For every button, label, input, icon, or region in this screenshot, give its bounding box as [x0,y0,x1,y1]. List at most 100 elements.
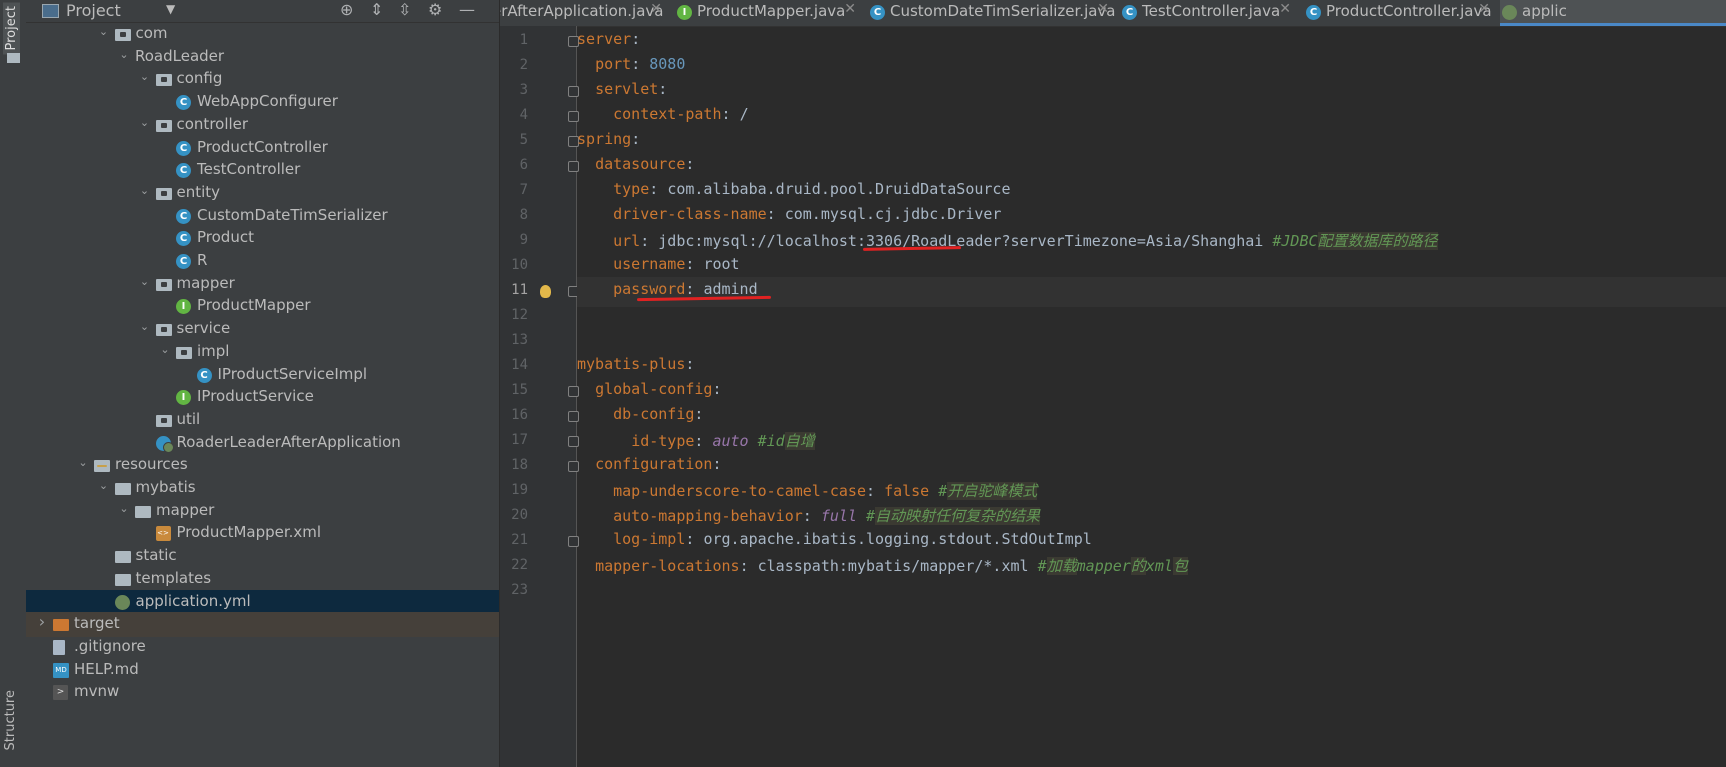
tree-item[interactable]: ⌄ service [26,317,499,342]
editor-tab[interactable]: C CustomDateTimSerializer.java ✕ [868,0,1116,26]
tree-item[interactable]: C ProductController [26,136,499,161]
gear-icon[interactable]: ⚙ [428,0,442,19]
tree-item[interactable]: MD HELP.md [26,658,499,683]
code-token: : [694,432,713,450]
chevron-down-icon[interactable]: ⌄ [117,502,131,515]
code-token: map-underscore-to-camel-case [613,482,866,500]
close-icon[interactable]: ✕ [844,1,856,17]
folder-icon [155,324,172,337]
tree-item[interactable]: ⌄ config [26,67,499,92]
tree-item[interactable]: C IProductServiceImpl [26,363,499,388]
chevron-down-icon[interactable]: ⌄ [117,48,131,61]
code-area[interactable]: server: port: 8080 servlet: context-path… [577,26,1726,767]
tree-item[interactable]: CR [26,249,499,274]
code-token: password [613,280,686,298]
code-token: : [685,255,704,273]
expand-all-icon[interactable]: ⇕ [370,0,383,19]
line-number: 3 [519,82,528,98]
tree-item[interactable]: ⌄ com [26,22,499,47]
tree-item[interactable]: C Product [26,226,499,251]
tree-item[interactable]: ⌄ controller [26,113,499,138]
tree-item[interactable]: I ProductMapper [26,294,499,319]
script-file-icon: > [53,685,68,701]
code-token: xml [1145,557,1173,575]
chevron-down-icon[interactable]: ⌄ [97,25,111,38]
chevron-right-icon[interactable]: › [35,612,49,631]
tree-item[interactable]: static [26,544,499,569]
tree-item[interactable]: > mvnw [26,680,499,705]
line-number: 10 [511,257,528,273]
chevron-down-icon[interactable]: ⌄ [138,184,152,197]
lightbulb-icon[interactable] [540,285,551,298]
code-token: driver-class-name [613,205,767,223]
tree-item[interactable]: application.yml [26,589,499,615]
tree-item[interactable]: I IProductService [26,385,499,410]
chevron-down-icon[interactable]: ⌄ [158,343,172,356]
tree-item[interactable]: ⌄ mybatis [26,476,499,501]
editor-tab[interactable]: LeaderAfterApplication.java✕ [500,0,666,26]
tree-item[interactable]: ⌄ resources [26,453,499,478]
structure-tool-label: Structure [3,690,18,751]
chevron-down-icon[interactable]: ⌄ [138,320,152,333]
tree-item[interactable]: ⌄ RoadLeader [26,45,499,70]
editor-tab-label: ProductMapper.java [697,2,846,20]
tree-item[interactable]: ⌄ mapper [26,272,499,297]
tree-item[interactable]: .gitignore [26,635,499,660]
chevron-down-icon[interactable]: ⌄ [138,275,152,288]
hide-icon[interactable]: — [459,0,475,19]
tree-item[interactable]: C TestController [26,158,499,183]
code-token: classpath:mybatis/mapper/*.xml [757,557,1038,575]
close-icon[interactable]: ✕ [1097,1,1109,17]
collapse-all-icon[interactable]: ⇳ [398,0,411,19]
line-number-gutter: 1 2 3 4 5 6 7 8 9 10 11 12 13 14 15 16 17 18 19 20 21 22 23 [500,26,579,767]
tree-item[interactable]: ⌄ impl [26,340,499,365]
code-line[interactable] [577,577,1726,607]
code-token: : [712,455,722,473]
yaml-file-icon [1502,5,1517,20]
code-token: : [866,482,885,500]
tree-item-label: entity [176,182,221,201]
code-token: : [631,55,650,73]
structure-tool-button[interactable]: Structure [3,690,18,750]
tree-item-label: application.yml [135,591,251,610]
tree-item[interactable]: RoaderLeaderAfterApplication [26,431,499,456]
editor-tab[interactable]: C ProductController.java ✕ [1304,0,1494,26]
chevron-down-icon[interactable]: ▼ [166,2,175,16]
tree-item[interactable]: templates [26,567,499,592]
code-token: : [649,180,668,198]
editor-tab[interactable]: C TestController.java ✕ [1120,0,1295,26]
chevron-down-icon[interactable]: ⌄ [138,70,152,83]
line-number: 16 [511,407,528,423]
tree-item[interactable]: C CustomDateTimSerializer [26,204,499,229]
tree-item[interactable]: C WebAppConfigurer [26,90,499,115]
tree-item[interactable]: ⌄ mapper [26,499,499,524]
close-icon[interactable]: ✕ [1279,1,1291,17]
tree-item[interactable]: util [26,408,499,433]
code-token: 加载 [1046,557,1077,575]
close-icon[interactable]: ✕ [1478,1,1490,17]
editor-tab[interactable]: I ProductMapper.java ✕ [675,0,860,26]
line-number: 9 [519,232,528,248]
tree-item[interactable]: › target [26,612,499,638]
project-tool-button[interactable]: Project [3,2,20,55]
interface-icon: I [677,5,692,20]
code-token: jdbc:mysql://localhost:3306/RoadLeader?s… [658,232,1273,250]
tree-item[interactable]: <> ProductMapper.xml [26,521,499,546]
close-icon[interactable]: ✕ [650,1,662,17]
class-icon: C [176,254,191,269]
chevron-down-icon[interactable]: ⌄ [97,479,111,492]
editor-tab[interactable]: applic [1500,0,1726,26]
tree-item[interactable]: ⌄ entity [26,181,499,206]
code-token: 开启驼峰模式 [947,482,1038,500]
code-token: # [1037,557,1047,575]
chevron-down-icon[interactable]: ⌄ [138,116,152,129]
locate-icon[interactable]: ⊕ [340,0,353,19]
tree-item-label: static [135,546,177,565]
tree-item-label: com [135,24,168,42]
chevron-down-icon[interactable]: ⌄ [76,456,90,469]
class-icon: C [870,5,885,20]
